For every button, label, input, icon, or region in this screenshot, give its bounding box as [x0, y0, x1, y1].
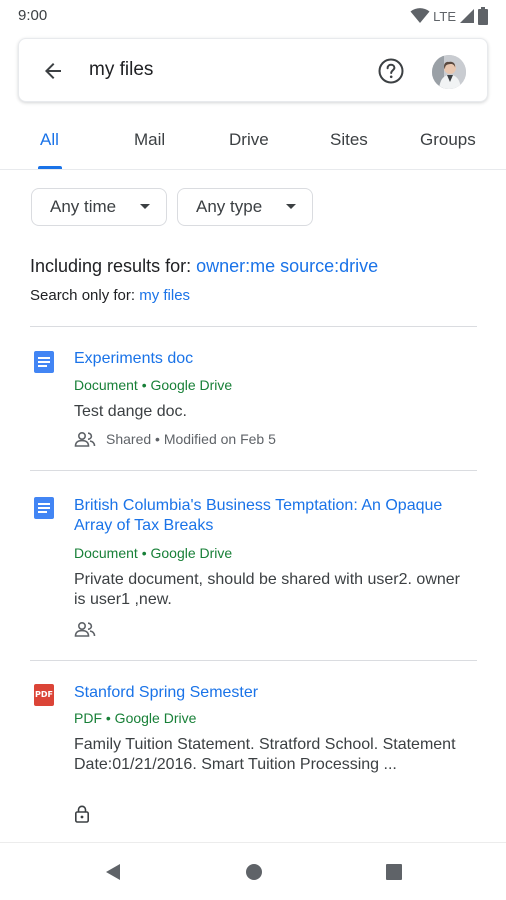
- search-only-link[interactable]: my files: [139, 287, 190, 304]
- help-circle-icon[interactable]: [377, 57, 405, 85]
- divider: [30, 660, 477, 661]
- tab-sites[interactable]: Sites: [330, 130, 368, 150]
- filter-any-time-label: Any time: [50, 197, 117, 216]
- search-tabs: All Mail Drive Sites Groups: [0, 118, 506, 170]
- status-time: 9:00: [18, 7, 48, 24]
- filter-any-type-label: Any type: [196, 197, 263, 216]
- result-source: PDF • Google Drive: [74, 710, 197, 726]
- result-meta: [74, 619, 106, 639]
- active-tab-indicator: [38, 166, 62, 169]
- wifi-icon: [410, 8, 430, 23]
- result-meta: Shared • Modified on Feb 5: [74, 429, 276, 449]
- result-source: Document • Google Drive: [74, 545, 233, 561]
- including-query-link[interactable]: owner:me source:drive: [196, 256, 378, 276]
- divider: [30, 470, 477, 471]
- network-type: LTE: [433, 8, 456, 24]
- avatar-image: [432, 55, 466, 89]
- result-source: Document • Google Drive: [74, 377, 233, 393]
- signal-icon: [460, 9, 474, 23]
- result-meta-text: Shared • Modified on Feb 5: [106, 431, 276, 447]
- result-meta: [74, 804, 100, 824]
- result-title[interactable]: British Columbia's Business Temptation: …: [74, 496, 474, 536]
- search-only-prefix: Search only for:: [30, 287, 140, 304]
- dropdown-caret-icon: [140, 204, 150, 209]
- result-title[interactable]: Experiments doc: [74, 349, 474, 369]
- system-nav-bar: [0, 842, 506, 900]
- tab-drive[interactable]: Drive: [229, 130, 269, 150]
- people-icon: [74, 621, 96, 637]
- pdf-icon: PDF: [34, 684, 54, 706]
- result-snippet: Family Tuition Statement. Stratford Scho…: [74, 736, 456, 773]
- tab-all[interactable]: All: [40, 130, 59, 150]
- nav-recents-icon[interactable]: [384, 862, 404, 882]
- status-bar: 9:00 LTE: [0, 0, 506, 32]
- search-only-notice: Search only for: my files: [30, 287, 190, 304]
- nav-home-icon[interactable]: [244, 862, 264, 882]
- dropdown-caret-icon: [286, 204, 296, 209]
- filter-any-type[interactable]: Any type: [177, 188, 313, 226]
- google-docs-icon: [34, 351, 54, 373]
- tab-groups[interactable]: Groups: [420, 130, 476, 150]
- status-icons: LTE: [410, 7, 488, 25]
- search-input[interactable]: my files: [89, 59, 153, 81]
- nav-back-icon[interactable]: [103, 862, 123, 882]
- google-docs-icon: [34, 497, 54, 519]
- battery-icon: [478, 7, 488, 25]
- account-avatar[interactable]: [432, 55, 466, 89]
- result-snippet: Test dange doc.: [74, 403, 187, 420]
- result-title[interactable]: Stanford Spring Semester: [74, 683, 474, 703]
- people-icon: [74, 431, 96, 447]
- lock-icon: [74, 805, 89, 823]
- result-snippet: Private document, should be shared with …: [74, 571, 460, 608]
- search-bar[interactable]: my files: [18, 38, 488, 102]
- arrow-back-icon[interactable]: [41, 59, 65, 83]
- divider: [30, 326, 477, 327]
- including-prefix: Including results for:: [30, 256, 197, 276]
- including-results-notice: Including results for: owner:me source:d…: [30, 256, 378, 277]
- tab-mail[interactable]: Mail: [134, 130, 165, 150]
- filter-any-time[interactable]: Any time: [31, 188, 167, 226]
